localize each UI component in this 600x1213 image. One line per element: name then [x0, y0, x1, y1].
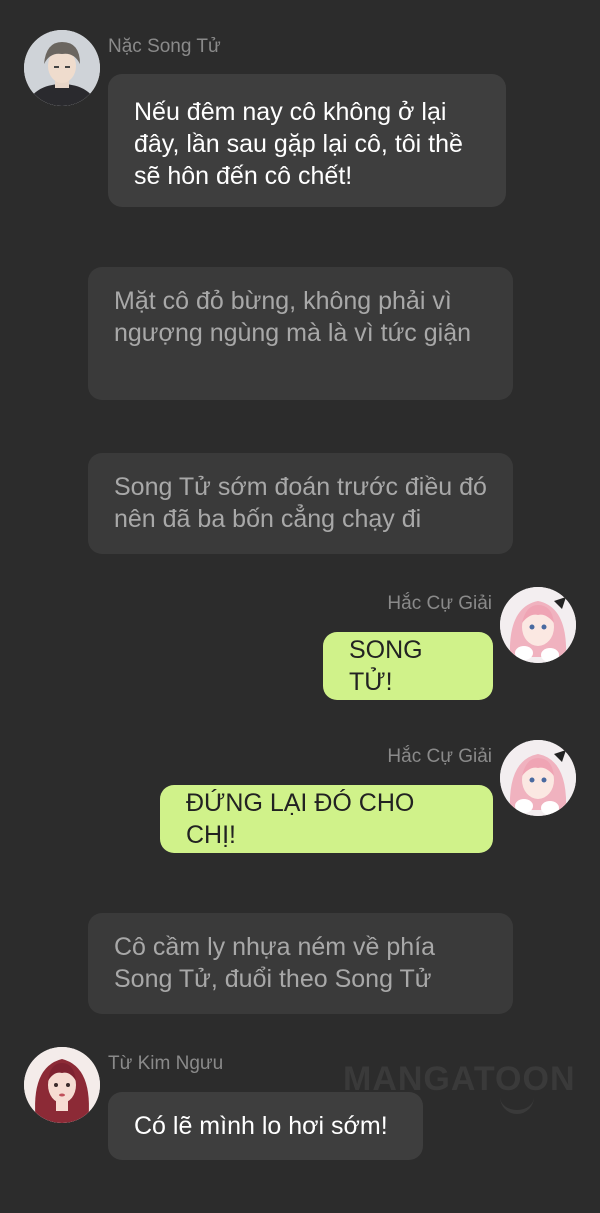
- chat-bubble: SONG TỬ!: [323, 632, 493, 700]
- avatar-hac-cu-giai[interactable]: [500, 587, 576, 663]
- chat-bubble: Có lẽ mình lo hơi sớm!: [108, 1092, 423, 1160]
- avatar-boy-icon: [24, 30, 100, 106]
- sender-name: Từ Kim Ngưu: [108, 1053, 224, 1074]
- sender-name: Nặc Song Tử: [108, 36, 221, 57]
- chat-bubble: Nếu đêm nay cô không ở lại đây, lần sau …: [108, 74, 506, 207]
- avatar-tu-kim-nguu[interactable]: [24, 1047, 100, 1123]
- avatar-girl-pink-icon: [500, 740, 576, 816]
- avatar-girl-pink-icon: [500, 587, 576, 663]
- avatar-nac-song-tu[interactable]: [24, 30, 100, 106]
- sender-name: Hắc Cự Giải: [387, 593, 492, 614]
- narration-bubble: Song Tử sớm đoán trước điều đó nên đã ba…: [88, 453, 513, 554]
- narration-bubble: Mặt cô đỏ bừng, không phải vì ngượng ngù…: [88, 267, 513, 400]
- chat-bubble: ĐỨNG LẠI ĐÓ CHO CHỊ!: [160, 785, 493, 853]
- narration-bubble: Cô cầm ly nhựa ném về phía Song Tử, đuổi…: [88, 913, 513, 1014]
- sender-name: Hắc Cự Giải: [387, 746, 492, 767]
- watermark-smile-icon: [500, 1096, 534, 1114]
- avatar-hac-cu-giai[interactable]: [500, 740, 576, 816]
- avatar-girl-red-icon: [24, 1047, 100, 1123]
